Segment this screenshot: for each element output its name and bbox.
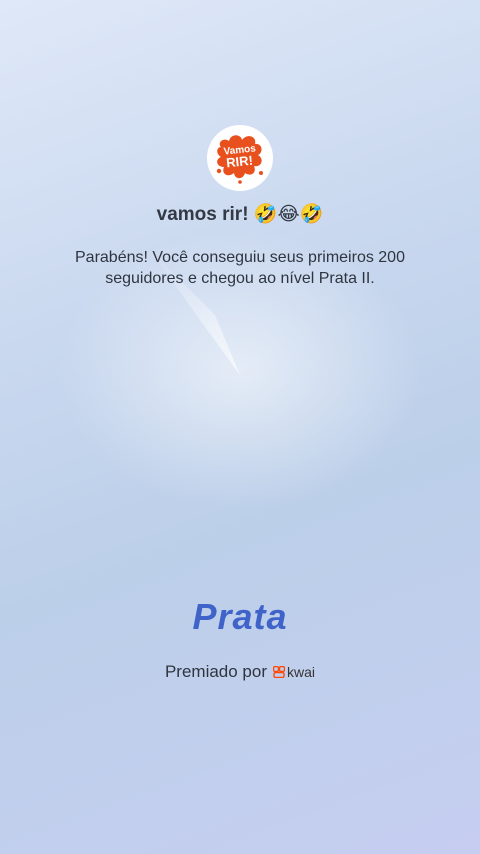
awarded-by-label: Premiado por <box>164 662 268 681</box>
kwai-logo-icon <box>273 666 286 678</box>
awarded-by: Premiado por kwai <box>0 662 480 682</box>
brand-name: kwai <box>287 664 316 680</box>
avatar: Vamos RIR! <box>207 125 273 191</box>
level-name: Prata <box>192 596 288 637</box>
avatar-logo-line2: RIR! <box>225 153 253 171</box>
username: vamos rir! 🤣😂🤣 <box>156 204 324 225</box>
achievement-message: Parabéns! Você conseguiu seus primeiros … <box>75 249 405 287</box>
vamos-rir-logo: Vamos RIR! <box>216 135 263 184</box>
kwai-brand: kwai <box>273 664 315 680</box>
